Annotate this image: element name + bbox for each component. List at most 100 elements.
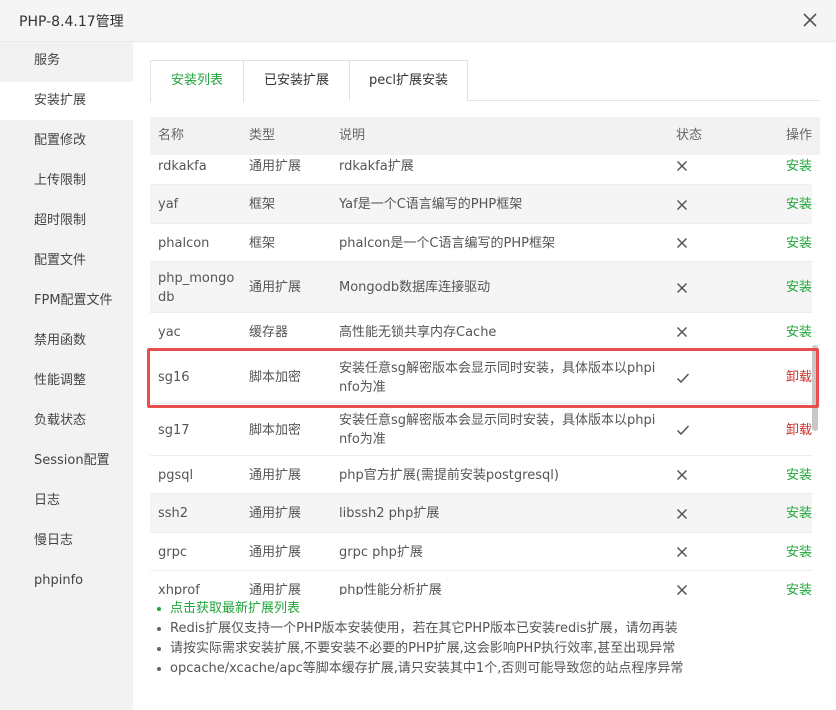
install-button-text[interactable]: 安装 [786, 157, 812, 176]
extension-name-text: ssh2 [158, 506, 189, 521]
tab-pecl-install[interactable]: pecl扩展安装 [349, 60, 468, 101]
install-button-text[interactable]: 安装 [786, 466, 812, 485]
extension-type: 缓存器 [249, 313, 329, 351]
sidebar-item-timeout-limit[interactable]: 超时限制 [0, 202, 133, 240]
extension-type: 通用扩展 [249, 571, 329, 596]
sidebar-item-service[interactable]: 服务 [0, 42, 133, 80]
tab-bar: 安装列表 已安装扩展 pecl扩展安装 [150, 60, 820, 102]
install-button-text[interactable]: 安装 [786, 234, 812, 253]
tab-installed-extensions[interactable]: 已安装扩展 [243, 60, 350, 101]
extension-type-text: 通用扩展 [249, 467, 302, 483]
table-row: pgsql 通用扩展 php官方扩展(需提前安装postgresql) 安装 [150, 456, 812, 494]
sidebar-item-fpm-config-file[interactable]: FPM配置文件 [0, 282, 133, 320]
sidebar-item-load-status[interactable]: 负载状态 [0, 402, 133, 440]
sidebar-item-disabled-functions[interactable]: 禁用函数 [0, 322, 133, 360]
bullet-icon [157, 627, 161, 631]
table-row: xhprof 通用扩展 php性能分析扩展 安装 [150, 571, 812, 595]
install-button-text[interactable]: 安装 [786, 278, 812, 297]
extension-desc-text: Mongodb数据库连接驱动 [339, 280, 491, 295]
extension-name: yac [158, 313, 242, 351]
cross-icon [676, 546, 688, 558]
extension-type-text: 脚本加密 [249, 422, 302, 438]
extension-name: sg16 [158, 351, 242, 404]
table-scrollbar[interactable] [812, 155, 820, 595]
bullet-icon [157, 647, 161, 651]
extension-type: 框架 [249, 185, 329, 224]
extension-desc-text: libssh2 php扩展 [339, 506, 440, 521]
note-text: opcache/xcache/apc等脚本缓存扩展,请只安装其中1个,否则可能导… [170, 661, 684, 676]
extension-status [676, 262, 696, 313]
extension-desc-text: grpc php扩展 [339, 544, 423, 560]
extension-desc: rdkakfa扩展 [339, 155, 659, 185]
extension-name-text: pgsql [158, 467, 194, 483]
sidebar-item-session-config[interactable]: Session配置 [0, 442, 133, 480]
extension-name: grpc [158, 533, 242, 571]
install-button-text[interactable]: 安装 [786, 543, 812, 562]
install-button-text[interactable]: 安装 [786, 323, 812, 342]
refresh-extension-list-link[interactable]: 点击获取最新扩展列表 [152, 599, 822, 619]
uninstall-button-text[interactable]: 卸载 [786, 421, 812, 440]
sidebar-item-config-edit[interactable]: 配置修改 [0, 122, 133, 160]
extension-table[interactable]: rdkakfa 通用扩展 rdkakfa扩展 安装 yaf 框架 Yaf是一个C语言编写的P… [150, 155, 820, 595]
note-text[interactable]: 点击获取最新扩展列表 [170, 601, 300, 616]
sidebar-item-slow-log[interactable]: 慢日志 [0, 522, 133, 560]
sidebar-item-performance-tuning[interactable]: 性能调整 [0, 362, 133, 400]
extension-name-text: yac [158, 324, 181, 340]
extension-name: phalcon [158, 224, 242, 262]
extension-type-text: 脚本加密 [249, 370, 302, 385]
sidebar-item-phpinfo[interactable]: phpinfo [0, 562, 133, 600]
extension-desc-text: 安装任意sg解密版本会显示同时安装，具体版本以phpinfo为准 [339, 413, 656, 447]
extension-name: yaf [158, 185, 242, 224]
extension-desc: Yaf是一个C语言编写的PHP框架 [339, 185, 659, 224]
extension-type-text: 框架 [249, 235, 276, 251]
header-type: 类型 [249, 128, 276, 143]
extension-type-text: 通用扩展 [249, 544, 302, 560]
header-desc: 说明 [339, 128, 366, 143]
extension-desc: php官方扩展(需提前安装postgresql) [339, 456, 659, 494]
tab-install-list[interactable]: 安装列表 [150, 60, 244, 102]
cross-icon [676, 282, 688, 293]
install-button-text[interactable]: 安装 [786, 504, 812, 523]
sidebar-item-config-file[interactable]: 配置文件 [0, 242, 133, 280]
note-item: opcache/xcache/apc等脚本缓存扩展,请只安装其中1个,否则可能导… [152, 659, 822, 679]
table-header: 名称 类型 说明 状态 操作 [150, 117, 820, 155]
extension-name: rdkakfa [158, 155, 242, 185]
sidebar-item-upload-limit[interactable]: 上传限制 [0, 162, 133, 200]
scroll-thumb[interactable] [812, 345, 818, 431]
check-icon [676, 372, 690, 383]
extension-desc: 高性能无锁共享内存Cache [339, 313, 659, 351]
extension-desc-text: 高性能无锁共享内存Cache [339, 324, 497, 340]
extension-type-text: 框架 [249, 197, 276, 212]
notes-list: 点击获取最新扩展列表 Redis扩展仅支持一个PHP版本安装使用，若在其它PHP版… [152, 599, 822, 679]
cross-icon [676, 584, 688, 595]
extension-name-text: rdkakfa [158, 158, 207, 174]
note-text: Redis扩展仅支持一个PHP版本安装使用，若在其它PHP版本已安装redis扩… [170, 621, 678, 636]
install-button-text[interactable]: 安装 [786, 195, 812, 214]
sidebar: 服务 安装扩展 配置修改 上传限制 超时限制 配置文件 FPM配置文件 禁用函数 性能调整 负载状… [0, 42, 133, 710]
table-row: php_mongodb 通用扩展 Mongodb数据库连接驱动 安装 [150, 262, 812, 313]
cross-icon [676, 160, 688, 172]
extension-type: 脚本加密 [249, 404, 329, 456]
extension-status [676, 456, 696, 494]
extension-desc: php性能分析扩展 [339, 571, 659, 596]
extension-name: ssh2 [158, 494, 242, 533]
sidebar-item-log[interactable]: 日志 [0, 482, 133, 520]
close-icon[interactable] [800, 10, 820, 30]
cross-icon [676, 199, 688, 210]
cross-icon [676, 469, 688, 481]
check-icon [676, 425, 690, 436]
extension-name-text: phalcon [158, 235, 210, 251]
extension-status [676, 404, 696, 456]
sidebar-item-install-extension[interactable]: 安装扩展 [0, 82, 133, 120]
extension-status [676, 224, 696, 262]
note-item: Redis扩展仅支持一个PHP版本安装使用，若在其它PHP版本已安装redis扩… [152, 619, 822, 639]
install-button-text[interactable]: 安装 [786, 581, 812, 596]
table-row: grpc 通用扩展 grpc php扩展 安装 [150, 533, 812, 571]
note-item: 请按实际需求安装扩展,不要安装不必要的PHP扩展,这会影响PHP执行效率,甚至出… [152, 639, 822, 659]
cross-icon [676, 237, 688, 249]
title-bar: PHP-8.4.17管理 [0, 0, 836, 42]
uninstall-button-text[interactable]: 卸载 [786, 368, 812, 387]
extension-status [676, 351, 696, 404]
extension-desc: Mongodb数据库连接驱动 [339, 262, 659, 313]
extension-type: 通用扩展 [249, 533, 329, 571]
